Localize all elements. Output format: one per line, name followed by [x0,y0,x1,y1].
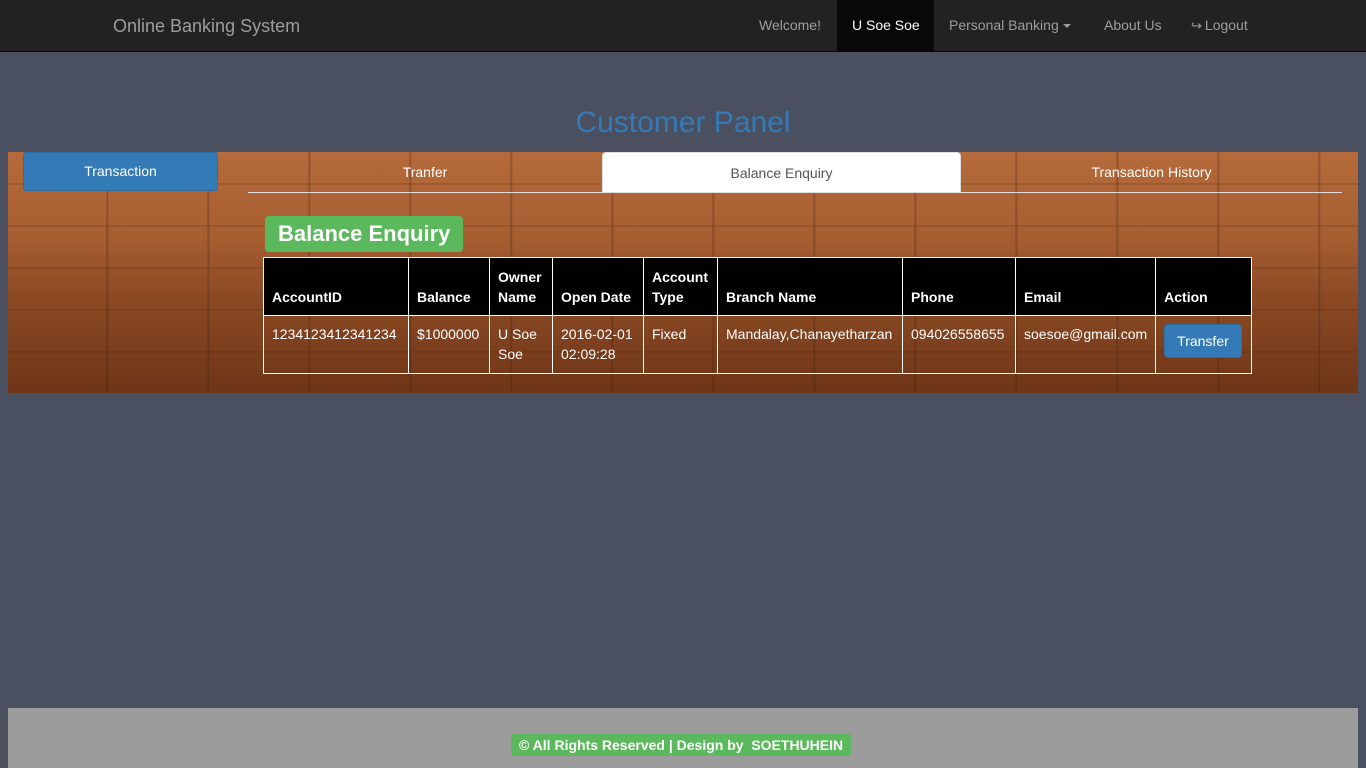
table-row: 1234123412341234 $1000000 U Soe Soe 2016-… [263,315,1253,374]
cell-phone: 094026558655 [902,315,1016,374]
tab-transaction-history[interactable]: Transaction History [961,152,1342,193]
cell-account-type: Fixed [643,315,718,374]
logout-icon: ↪ [1191,18,1202,33]
cell-open-date-line1: 2016-02-01 [561,326,633,342]
nav-personal-banking-label: Personal Banking [949,17,1059,33]
nav-about-us[interactable]: About Us [1089,0,1177,51]
col-account-type-line1: Account [652,269,708,285]
tab-balance-enquiry[interactable]: Balance Enquiry [602,152,961,193]
cell-account-id: 1234123412341234 [263,315,409,374]
table-header-row: AccountID Balance Owner Name Open Date Ac… [263,257,1253,316]
tab-divider [248,192,1342,193]
transfer-button[interactable]: Transfer [1164,324,1242,358]
col-owner-name: Owner Name [489,257,553,316]
cell-branch-name: Mandalay,Chanayetharzan [717,315,903,374]
caret-down-icon [1062,24,1071,29]
cell-owner-name-line2: Soe [498,346,523,362]
col-owner-name-line1: Owner [498,269,542,285]
nav-logout-label: Logout [1204,17,1248,33]
col-phone: Phone [902,257,1016,316]
col-open-date: Open Date [552,257,644,316]
section-title: Balance Enquiry [265,216,464,252]
col-account-type-line2: Type [652,289,684,305]
nav-logout[interactable]: ↪ Logout [1176,0,1263,51]
col-branch-name: Branch Name [717,257,903,316]
col-account-type: Account Type [643,257,718,316]
balance-table: AccountID Balance Owner Name Open Date Ac… [263,257,1253,374]
cell-owner-name: U Soe Soe [489,315,553,374]
footer-copyright: © All Rights Reserved | Design by SOETHU… [511,734,852,756]
cell-open-date: 2016-02-01 02:09:28 [552,315,644,374]
cell-open-date-line2: 02:09:28 [561,346,616,362]
col-account-id: AccountID [263,257,409,316]
col-balance: Balance [408,257,490,316]
cell-owner-name-line1: U Soe [498,326,537,342]
col-owner-name-line2: Name [498,289,537,305]
tab-transfer[interactable]: Tranfer [248,152,602,193]
nav-welcome[interactable]: Welcome! [744,0,836,51]
cell-email: soesoe@gmail.com [1014,315,1157,374]
nav-personal-banking[interactable]: Personal Banking [934,0,1086,51]
col-email: Email [1014,257,1157,316]
brand-title[interactable]: Online Banking System [113,16,300,37]
col-action: Action [1155,257,1253,316]
cell-balance: $1000000 [408,315,490,374]
cell-action: Transfer [1155,315,1253,374]
nav-user[interactable]: U Soe Soe [837,0,934,51]
top-navbar: Online Banking System Welcome! U Soe Soe… [0,0,1366,52]
transaction-button[interactable]: Transaction [23,152,218,191]
page-title: Customer Panel [575,106,791,139]
